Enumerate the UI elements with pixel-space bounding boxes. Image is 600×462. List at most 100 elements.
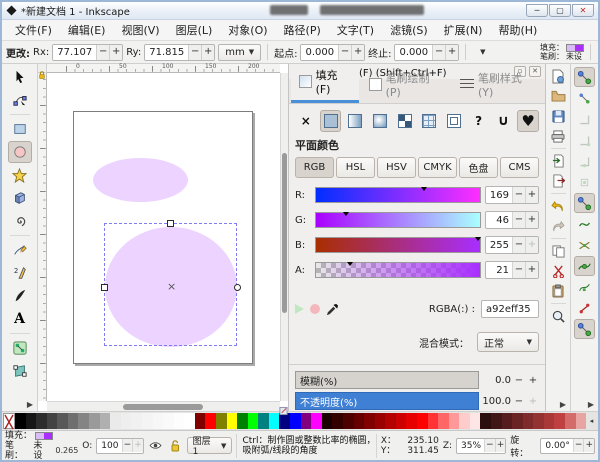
fill-stroke-indicator[interactable]: 填充： 笔刷：未设: [540, 43, 584, 61]
rotation-center-mark[interactable]: ×: [167, 282, 176, 292]
pencil-tool[interactable]: [8, 239, 32, 261]
ry-minus-button[interactable]: −: [188, 45, 201, 60]
palette-swatch[interactable]: [248, 413, 259, 429]
end-plus-button[interactable]: +: [445, 45, 458, 60]
start-minus-button[interactable]: −: [338, 45, 351, 60]
palette-swatch[interactable]: [47, 413, 58, 429]
rotation-plus-button[interactable]: +: [583, 439, 594, 452]
palette-swatch[interactable]: [554, 413, 565, 429]
toolbox-more-arrow[interactable]: ▶: [27, 400, 33, 409]
alpha-slider[interactable]: [315, 262, 481, 278]
fill-mesh-button[interactable]: [418, 110, 440, 132]
rx-minus-button[interactable]: −: [96, 45, 109, 60]
red-minus-button[interactable]: −: [512, 187, 525, 203]
alpha-plus-button[interactable]: +: [525, 262, 538, 278]
blend-mode-dropdown[interactable]: 正常 ▼: [477, 332, 539, 352]
resize-handle-top[interactable]: [167, 220, 174, 227]
palette-swatch[interactable]: [364, 413, 375, 429]
palette-swatch[interactable]: [153, 413, 164, 429]
selector-tool[interactable]: [8, 66, 32, 88]
palette-swatch[interactable]: [512, 413, 523, 429]
gamut-triangle-icon[interactable]: [295, 304, 304, 314]
palette-swatch[interactable]: [438, 413, 449, 429]
fill-linear-gradient-button[interactable]: [344, 110, 366, 132]
palette-swatch[interactable]: [195, 413, 206, 429]
palette-swatch[interactable]: [142, 413, 153, 429]
slider-marker[interactable]: [421, 187, 427, 191]
fill-none-button[interactable]: ×: [295, 110, 317, 132]
node-tool[interactable]: [8, 89, 32, 111]
menu-text[interactable]: 文字(T): [330, 20, 381, 40]
palette-swatch[interactable]: [174, 413, 185, 429]
blue-minus-button[interactable]: −: [512, 237, 525, 253]
text-tool[interactable]: A: [8, 308, 32, 330]
ry-value[interactable]: 71.815: [145, 45, 188, 60]
snap-edge-midpoint-button[interactable]: [574, 151, 595, 171]
snap-bbox-center-button[interactable]: [574, 172, 595, 192]
blue-plus-button[interactable]: +: [525, 237, 538, 253]
hscroll-thumb[interactable]: [123, 404, 203, 410]
vertical-ruler[interactable]: [38, 73, 47, 401]
palette-swatch[interactable]: [396, 413, 407, 429]
zoom-plus-button[interactable]: +: [495, 439, 506, 452]
opacity-plus-button[interactable]: +: [132, 439, 143, 452]
palette-swatch[interactable]: [332, 413, 343, 429]
palette-swatch[interactable]: [36, 413, 47, 429]
redo-button[interactable]: [549, 217, 568, 235]
calligraphy-tool[interactable]: 2: [8, 262, 32, 284]
color-picker-icon[interactable]: [326, 303, 339, 316]
red-value[interactable]: 169: [486, 190, 512, 201]
mode-hsl[interactable]: HSL: [336, 157, 375, 178]
opacity-slider[interactable]: 不透明度(%): [295, 392, 479, 410]
export-button[interactable]: [549, 172, 568, 190]
palette-swatch[interactable]: [301, 413, 312, 429]
cut-button[interactable]: [549, 262, 568, 280]
palette-swatch[interactable]: [533, 413, 544, 429]
commands-more-arrow[interactable]: ▶: [560, 400, 566, 409]
palette-swatch[interactable]: [311, 413, 322, 429]
import-button[interactable]: [549, 152, 568, 170]
box3d-tool[interactable]: [8, 187, 32, 209]
snap-others-button[interactable]: [574, 319, 595, 339]
palette-swatch[interactable]: [78, 413, 89, 429]
opacity-minus-button[interactable]: −: [513, 396, 525, 407]
horizontal-scrollbar[interactable]: [47, 401, 280, 411]
connector-tool[interactable]: [8, 337, 32, 359]
menu-edit[interactable]: 编辑(E): [61, 20, 113, 40]
palette-swatch[interactable]: [237, 413, 248, 429]
rectangle-tool[interactable]: [8, 118, 32, 140]
snap-bbox-corner-button[interactable]: [574, 130, 595, 150]
palette-swatch[interactable]: [15, 413, 26, 429]
palette-swatch[interactable]: [184, 413, 195, 429]
canvas-viewport[interactable]: ×: [47, 73, 280, 401]
tab-fill[interactable]: 填充(F): [291, 64, 359, 103]
palette-swatch[interactable]: [491, 413, 502, 429]
rotation-minus-button[interactable]: −: [573, 439, 584, 452]
stroke-width-value[interactable]: 0.265: [55, 446, 78, 456]
ellipse-shape[interactable]: [93, 158, 188, 202]
menu-file[interactable]: 文件(F): [8, 20, 59, 40]
blue-value[interactable]: 255: [486, 240, 512, 251]
menu-view[interactable]: 视图(V): [114, 20, 166, 40]
save-document-button[interactable]: [549, 107, 568, 125]
mode-hsv[interactable]: HSV: [377, 157, 416, 178]
fill-heart-button[interactable]: ♥: [517, 110, 539, 132]
palette-swatch[interactable]: [269, 413, 280, 429]
palette-swatch[interactable]: [121, 413, 132, 429]
palette-swatch[interactable]: [523, 413, 534, 429]
zoom-button[interactable]: [549, 307, 568, 325]
opacity-minus-button[interactable]: −: [122, 439, 133, 452]
minimize-button[interactable]: ─: [526, 4, 548, 17]
palette-swatch[interactable]: [163, 413, 174, 429]
blur-plus-button[interactable]: +: [527, 375, 539, 386]
palette-swatch[interactable]: [449, 413, 460, 429]
layer-visibility-toggle[interactable]: [148, 438, 163, 454]
snap-bbox-edge-button[interactable]: [574, 109, 595, 129]
fill-unknown-button[interactable]: ?: [468, 110, 490, 132]
palette-no-color[interactable]: [3, 413, 15, 429]
palette-swatch[interactable]: [89, 413, 100, 429]
close-button[interactable]: ✕: [572, 4, 594, 17]
snap-more-arrow[interactable]: ▶: [588, 400, 594, 409]
palette-scroll-arrow[interactable]: ◂: [586, 413, 597, 429]
zoom-minus-button[interactable]: −: [484, 439, 495, 452]
